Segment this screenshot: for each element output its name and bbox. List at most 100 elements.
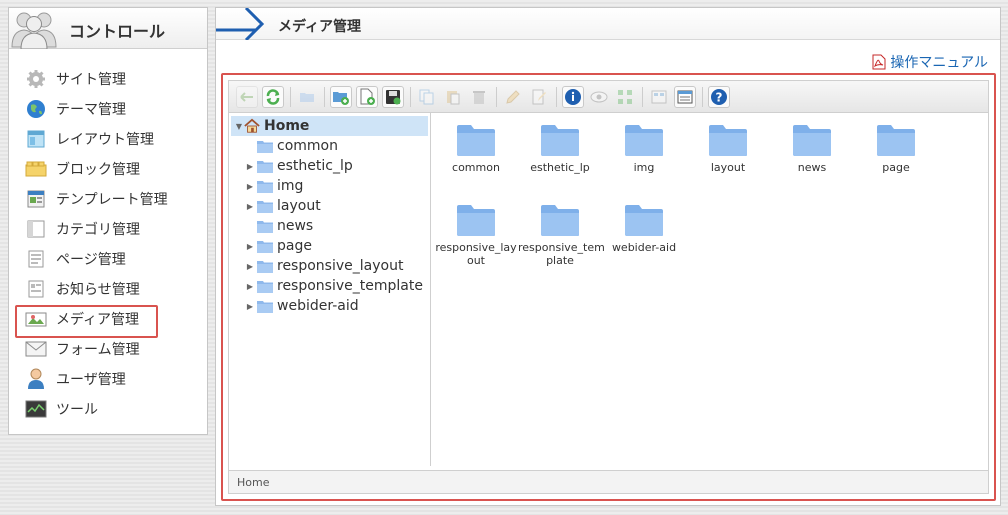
edit-button[interactable] — [528, 86, 550, 108]
folder-icon — [257, 140, 273, 153]
tree-label: Home — [264, 118, 310, 134]
collapse-arrow-icon[interactable]: ▼ — [234, 122, 244, 131]
folder-item[interactable]: layout — [686, 123, 770, 174]
folder-item[interactable]: webider-aid — [602, 203, 686, 254]
sidebar-item-media[interactable]: メディア管理 — [9, 304, 207, 338]
sidebar-item-form[interactable]: フォーム管理 — [9, 334, 207, 364]
paste-button[interactable] — [442, 86, 464, 108]
sidebar-item-label: メディア管理 — [56, 312, 140, 328]
folder-label: page — [882, 161, 910, 174]
sidebar-item-site[interactable]: サイト管理 — [9, 64, 207, 94]
folder-item[interactable]: news — [770, 123, 854, 174]
home-icon — [244, 118, 260, 133]
tree-root-home[interactable]: ▼ Home — [231, 116, 428, 136]
sidebar-item-label: フォーム管理 — [56, 342, 140, 358]
expand-arrow-icon[interactable]: ▶ — [245, 262, 255, 271]
folder-icon — [457, 125, 495, 156]
folder-icon — [625, 125, 663, 156]
expand-arrow-icon[interactable]: ▶ — [245, 162, 255, 171]
expand-arrow-icon[interactable]: ▶ — [245, 282, 255, 291]
manual-link[interactable]: 操作マニュアル — [872, 52, 988, 72]
tree-label: layout — [277, 198, 321, 214]
news-icon — [25, 278, 47, 300]
tree-item[interactable]: ▶ layout — [229, 196, 430, 216]
folder-icon — [257, 200, 273, 213]
reload-button[interactable] — [262, 85, 284, 108]
tree-item[interactable]: news — [229, 216, 430, 236]
tree-label: esthetic_lp — [277, 158, 353, 174]
tree-item[interactable]: ▶ responsive_template — [229, 276, 430, 296]
folder-item[interactable]: responsive_lay out — [434, 203, 518, 267]
folder-icon — [541, 125, 579, 156]
folder-label: esthetic_lp — [530, 161, 590, 174]
open-button[interactable] — [296, 86, 318, 108]
copy-button[interactable] — [416, 86, 438, 108]
expand-arrow-icon[interactable]: ▶ — [245, 242, 255, 251]
tree-label: page — [277, 238, 312, 254]
tree-item[interactable]: common — [229, 136, 430, 156]
folder-item[interactable]: responsive_tem plate — [518, 203, 605, 267]
folder-item[interactable]: img — [602, 123, 686, 174]
back-button[interactable] — [236, 85, 258, 108]
category-icon — [25, 218, 47, 240]
page-icon — [25, 248, 47, 270]
new-file-button[interactable] — [356, 85, 378, 108]
folder-item[interactable]: esthetic_lp — [518, 123, 602, 174]
sidebar-item-block[interactable]: ブロック管理 — [9, 154, 207, 184]
sidebar-item-label: レイアウト管理 — [56, 132, 154, 148]
sidebar-item-category[interactable]: カテゴリ管理 — [9, 214, 207, 244]
folder-icon — [257, 260, 273, 273]
sidebar-item-layout[interactable]: レイアウト管理 — [9, 124, 207, 154]
folder-tree: ▼ Home common ▶ esthetic_lp ▶ img ▶ layout news… — [229, 113, 431, 466]
folder-label: img — [633, 161, 655, 174]
sidebar-item-tool[interactable]: ツール — [9, 394, 207, 424]
file-manager-toolbar: ? — [229, 81, 988, 113]
control-sidebar: コントロール サイト管理 テーマ管理 レイアウト管理 ブロック管理 テンプレート… — [8, 7, 208, 435]
info-button[interactable] — [562, 85, 584, 108]
upload-button[interactable] — [382, 85, 404, 108]
sidebar-item-theme[interactable]: テーマ管理 — [9, 94, 207, 124]
sidebar-title: コントロール — [69, 22, 166, 41]
sidebar-item-page[interactable]: ページ管理 — [9, 244, 207, 274]
expand-arrow-icon[interactable]: ▶ — [245, 202, 255, 211]
file-manager: ? ▼ Home common ▶ esthetic_lp ▶ img ▶ layout ne… — [228, 80, 989, 494]
folder-icon — [257, 160, 273, 173]
folder-label-cont: plate — [546, 254, 574, 267]
folder-icon — [257, 300, 273, 313]
help-button[interactable]: ? — [708, 85, 730, 108]
template-icon — [25, 188, 47, 210]
tree-item[interactable]: ▶ esthetic_lp — [229, 156, 430, 176]
sidebar-menu: サイト管理 テーマ管理 レイアウト管理 ブロック管理 テンプレート管理 カテゴリ… — [9, 49, 207, 424]
expand-arrow-icon[interactable]: ▶ — [245, 182, 255, 191]
expand-arrow-icon[interactable]: ▶ — [245, 302, 255, 311]
sidebar-item-label: カテゴリ管理 — [56, 222, 140, 238]
folder-label: responsive_tem — [518, 241, 605, 254]
toolbar-separator — [496, 86, 497, 107]
sidebar-item-label: ユーザ管理 — [56, 372, 126, 388]
folder-label: webider-aid — [611, 241, 677, 254]
list-view-button[interactable] — [674, 85, 696, 108]
sidebar-item-news[interactable]: お知らせ管理 — [9, 274, 207, 304]
icon-view-button[interactable] — [648, 86, 670, 108]
folder-icon — [541, 205, 579, 236]
sidebar-item-label: ページ管理 — [56, 252, 126, 268]
sidebar-item-template[interactable]: テンプレート管理 — [9, 184, 207, 214]
page-title: メディア管理 — [278, 19, 362, 35]
preview-button[interactable] — [588, 86, 610, 108]
rename-button[interactable] — [502, 86, 524, 108]
tree-item[interactable]: ▶ webider-aid — [229, 296, 430, 316]
tree-item[interactable]: ▶ page — [229, 236, 430, 256]
folder-label: responsive_lay — [435, 241, 517, 254]
folder-item[interactable]: page — [854, 123, 938, 174]
tree-item[interactable]: ▶ responsive_layout — [229, 256, 430, 276]
resize-button[interactable] — [614, 86, 636, 108]
toolbar-separator — [702, 86, 703, 107]
tree-item[interactable]: ▶ img — [229, 176, 430, 196]
folder-icon — [257, 180, 273, 193]
sidebar-item-user[interactable]: ユーザ管理 — [9, 364, 207, 394]
delete-button[interactable] — [468, 86, 490, 108]
folder-item[interactable]: common — [434, 123, 518, 174]
file-manager-highlight: ? ▼ Home common ▶ esthetic_lp ▶ img ▶ layout ne… — [221, 73, 996, 501]
tree-label: responsive_template — [277, 278, 423, 294]
new-folder-button[interactable] — [330, 85, 352, 108]
